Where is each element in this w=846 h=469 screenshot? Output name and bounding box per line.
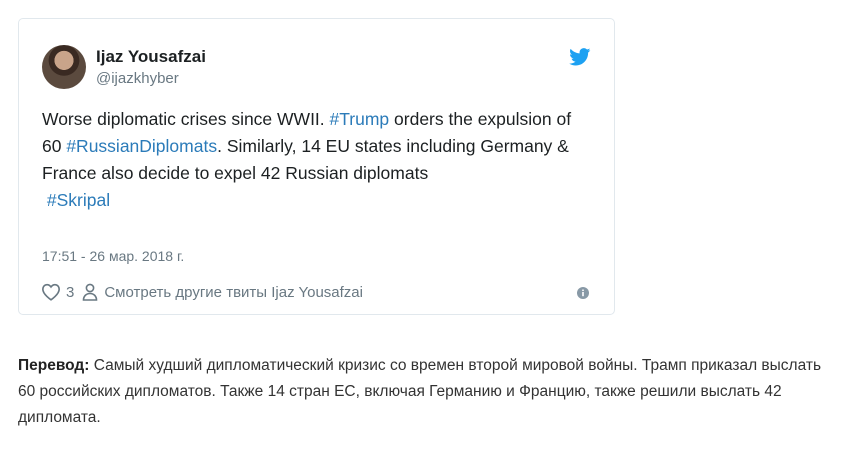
translation-label: Перевод:: [18, 357, 90, 374]
twitter-bird-icon[interactable]: [569, 48, 591, 66]
hashtag-link[interactable]: #RussianDiplomats: [66, 136, 217, 156]
like-count[interactable]: 3: [66, 284, 74, 301]
more-tweets-link[interactable]: Смотреть другие твиты Ijaz Yousafzai: [104, 284, 363, 301]
tweet-timestamp[interactable]: 17:51 - 26 мар. 2018 г.: [42, 248, 184, 264]
tweet-text-part: Worse diplomatic crises since WWII.: [42, 109, 330, 129]
embedded-tweet-card: Ijaz Yousafzai @ijazkhyber Worse diploma…: [18, 18, 615, 315]
person-icon: [83, 283, 98, 301]
translation-paragraph: Перевод: Самый худший дипломатический кр…: [18, 353, 828, 431]
tweet-actions: 3 Смотреть другие твиты Ijaz Yousafzai: [41, 281, 363, 303]
author-name[interactable]: Ijaz Yousafzai: [96, 47, 206, 67]
info-icon[interactable]: [577, 287, 589, 299]
avatar[interactable]: [42, 45, 86, 89]
tweet-text: Worse diplomatic crises since WWII. #Tru…: [42, 106, 587, 214]
hashtag-link[interactable]: #Trump: [330, 109, 390, 129]
author-handle[interactable]: @ijazkhyber: [96, 70, 179, 87]
translation-text: Самый худший дипломатический кризис со в…: [18, 357, 822, 426]
hashtag-link[interactable]: #Skripal: [47, 190, 110, 210]
heart-icon[interactable]: [41, 283, 61, 301]
